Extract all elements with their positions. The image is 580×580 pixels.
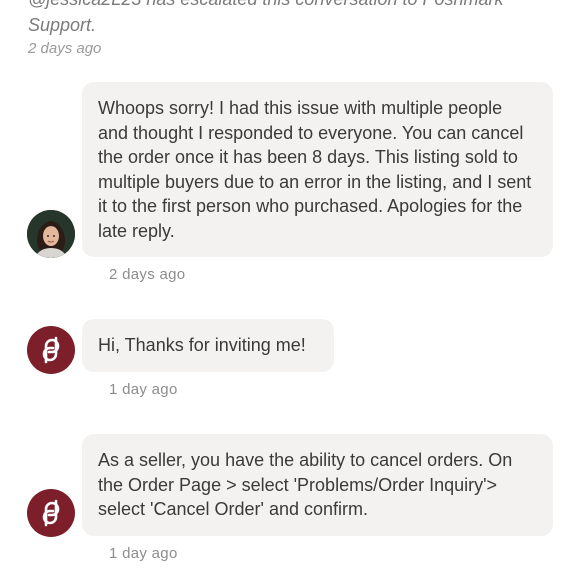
system-message-line1: @jessica2L23 has escalated this conversa…	[28, 0, 568, 12]
poshmark-avatar[interactable]	[27, 489, 75, 537]
poshmark-logo-icon	[42, 499, 60, 527]
system-message: @jessica2L23 has escalated this conversa…	[28, 0, 568, 38]
conversation-view: @jessica2L23 has escalated this conversa…	[0, 0, 580, 580]
system-message-time: 2 days ago	[28, 40, 102, 57]
message-bubble: Whoops sorry! I had this issue with mult…	[82, 82, 553, 257]
message-text: Whoops sorry! I had this issue with mult…	[98, 98, 532, 241]
message-time: 1 day ago	[109, 381, 178, 398]
message-text: Hi, Thanks for inviting me!	[98, 335, 306, 355]
user-photo-avatar[interactable]	[27, 210, 75, 258]
message-time: 2 days ago	[109, 266, 186, 283]
user-photo-icon	[27, 210, 75, 258]
poshmark-avatar[interactable]	[27, 326, 75, 374]
message-bubble: As a seller, you have the ability to can…	[82, 434, 553, 536]
message-text: As a seller, you have the ability to can…	[98, 450, 513, 519]
poshmark-logo-icon	[42, 336, 60, 364]
message-bubble: Hi, Thanks for inviting me!	[82, 319, 334, 372]
system-message-line2: Support.	[28, 15, 97, 35]
message-time: 1 day ago	[109, 545, 178, 562]
